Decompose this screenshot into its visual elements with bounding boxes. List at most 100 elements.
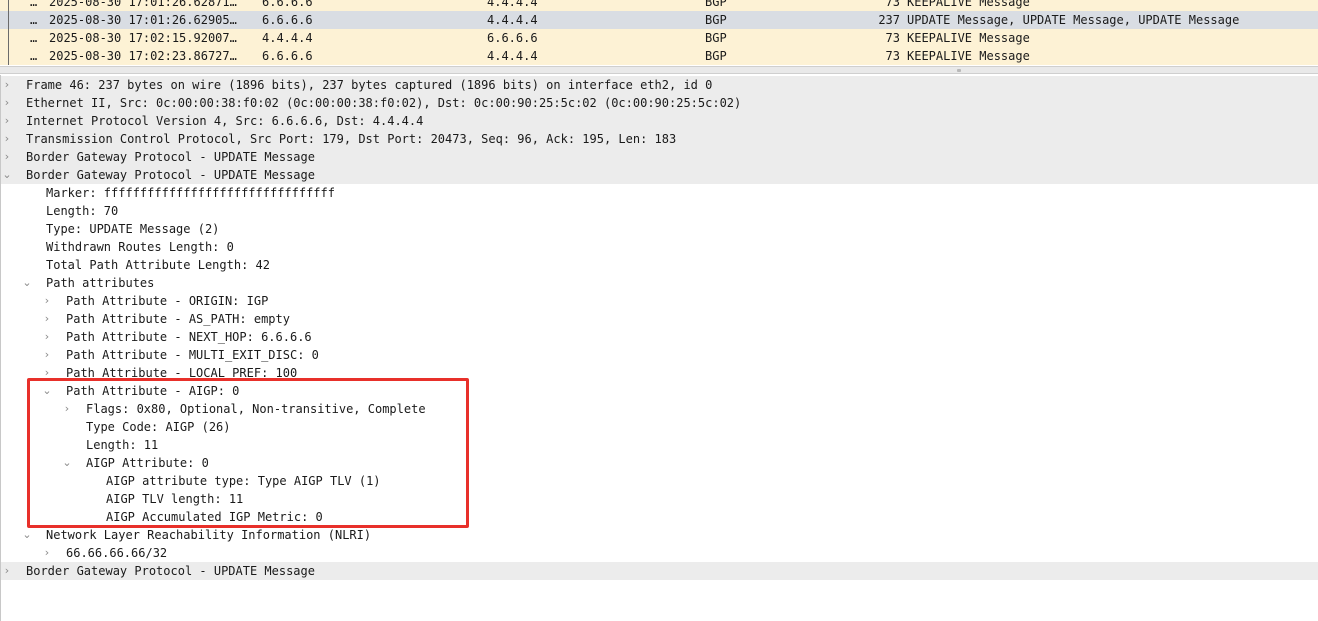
- tree-field-item[interactable]: Total Path Attribute Length: 42: [1, 256, 1318, 274]
- tree-item-label: Path Attribute - AIGP: 0: [66, 384, 240, 398]
- packet-list[interactable]: … 2025-08-30 17:01:26.62871… 6.6.6.6 4.4.4.…: [0, 0, 1318, 66]
- expand-chevron-icon[interactable]: ›: [1, 76, 13, 94]
- packet-info-cell: KEEPALIVE Message: [907, 0, 1030, 9]
- tree-field-item[interactable]: Type: UPDATE Message (2): [1, 220, 1318, 238]
- tree-item-label: 66.66.66.66/32: [66, 546, 168, 560]
- tree-field-item[interactable]: › Flags: 0x80, Optional, Non-transitive, …: [1, 400, 1318, 418]
- tree-field-item[interactable]: › Path Attribute - NEXT_HOP: 6.6.6.6: [1, 328, 1318, 346]
- tree-field-item[interactable]: AIGP TLV length: 11: [1, 490, 1318, 508]
- expand-chevron-icon[interactable]: ›: [41, 292, 53, 310]
- collapse-chevron-icon[interactable]: ⌄: [1, 166, 13, 184]
- tree-item-label: Withdrawn Routes Length: 0: [46, 240, 234, 254]
- pane-splitter[interactable]: [0, 66, 1318, 74]
- tree-item-label: Type Code: AIGP (26): [86, 420, 231, 434]
- packet-no-cell: …: [30, 0, 38, 9]
- packet-time-cell: 2025-08-30 17:01:26.62871…: [49, 0, 237, 9]
- protocol-tree-item[interactable]: › Transmission Control Protocol, Src Port…: [1, 130, 1318, 148]
- related-packet-indicator: [8, 29, 9, 47]
- protocol-tree-item[interactable]: ⌄ Border Gateway Protocol - UPDATE Messag…: [1, 166, 1318, 184]
- tree-item-label: AIGP attribute type: Type AIGP TLV (1): [106, 474, 381, 488]
- packet-len-cell: 73: [885, 49, 900, 63]
- packet-details-tree[interactable]: › Frame 46: 237 bytes on wire (1896 bits)…: [0, 75, 1318, 621]
- packet-row[interactable]: … 2025-08-30 17:01:26.62905… 6.6.6.6 4.4.4.…: [0, 11, 1318, 29]
- expand-chevron-icon[interactable]: ›: [41, 310, 53, 328]
- tree-field-item[interactable]: ⌄ Path attributes: [1, 274, 1318, 292]
- tree-field-item[interactable]: Length: 11: [1, 436, 1318, 454]
- tree-field-item[interactable]: ⌄ Network Layer Reachability Information …: [1, 526, 1318, 544]
- packet-row[interactable]: … 2025-08-30 17:02:23.86727… 6.6.6.6 4.4.4.…: [0, 47, 1318, 65]
- tree-field-item[interactable]: AIGP Accumulated IGP Metric: 0: [1, 508, 1318, 526]
- expand-chevron-icon[interactable]: ›: [1, 112, 13, 130]
- packet-dst-cell: 4.4.4.4: [487, 0, 538, 9]
- packet-no-cell: …: [30, 49, 38, 63]
- tree-item-label: Length: 11: [86, 438, 159, 452]
- tree-item-label: Internet Protocol Version 4, Src: 6.6.6.…: [26, 114, 424, 128]
- packet-row[interactable]: … 2025-08-30 17:01:26.62871… 6.6.6.6 4.4.4.…: [0, 0, 1318, 11]
- packet-proto-cell: BGP: [705, 0, 727, 9]
- tree-item-label: AIGP Accumulated IGP Metric: 0: [106, 510, 323, 524]
- packet-proto-cell: BGP: [705, 31, 727, 45]
- related-packet-indicator: [8, 0, 9, 11]
- packet-time-cell: 2025-08-30 17:02:15.92007…: [49, 31, 237, 45]
- expand-chevron-icon[interactable]: ›: [41, 544, 53, 562]
- tree-field-item[interactable]: Length: 70: [1, 202, 1318, 220]
- collapse-chevron-icon[interactable]: ⌄: [41, 382, 53, 400]
- packet-dst-cell: 6.6.6.6: [487, 31, 538, 45]
- tree-item-label: Ethernet II, Src: 0c:00:00:38:f0:02 (0c:…: [26, 96, 742, 110]
- protocol-tree-item[interactable]: › Border Gateway Protocol - UPDATE Messag…: [1, 148, 1318, 166]
- packet-proto-cell: BGP: [705, 49, 727, 63]
- tree-field-item[interactable]: › Path Attribute - MULTI_EXIT_DISC: 0: [1, 346, 1318, 364]
- protocol-tree-item[interactable]: › Frame 46: 237 bytes on wire (1896 bits)…: [1, 76, 1318, 94]
- related-packet-indicator: [8, 11, 9, 29]
- tree-item-label: AIGP TLV length: 11: [106, 492, 244, 506]
- expand-chevron-icon[interactable]: ›: [41, 364, 53, 382]
- expand-chevron-icon[interactable]: ›: [1, 562, 13, 580]
- packet-dst-cell: 4.4.4.4: [487, 13, 538, 27]
- packet-time-cell: 2025-08-30 17:02:23.86727…: [49, 49, 237, 63]
- packet-src-cell: 6.6.6.6: [262, 13, 313, 27]
- protocol-tree-item[interactable]: › Internet Protocol Version 4, Src: 6.6.6…: [1, 112, 1318, 130]
- expand-chevron-icon[interactable]: ›: [41, 328, 53, 346]
- collapse-chevron-icon[interactable]: ⌄: [61, 454, 73, 472]
- tree-field-item[interactable]: › Path Attribute - AS_PATH: empty: [1, 310, 1318, 328]
- packet-dst-cell: 4.4.4.4: [487, 49, 538, 63]
- expand-chevron-icon[interactable]: ›: [1, 94, 13, 112]
- packet-src-cell: 6.6.6.6: [262, 0, 313, 9]
- tree-item-label: AIGP Attribute: 0: [86, 456, 209, 470]
- splitter-grip-icon[interactable]: [957, 69, 961, 72]
- tree-item-label: Path Attribute - MULTI_EXIT_DISC: 0: [66, 348, 319, 362]
- collapse-chevron-icon[interactable]: ⌄: [21, 526, 33, 544]
- expand-chevron-icon[interactable]: ›: [1, 148, 13, 166]
- related-packet-indicator: [8, 47, 9, 65]
- packet-src-cell: 6.6.6.6: [262, 49, 313, 63]
- tree-field-item[interactable]: ⌄ AIGP Attribute: 0: [1, 454, 1318, 472]
- tree-item-label: Path attributes: [46, 276, 155, 290]
- tree-field-item[interactable]: › Path Attribute - ORIGIN: IGP: [1, 292, 1318, 310]
- tree-item-label: Path Attribute - AS_PATH: empty: [66, 312, 290, 326]
- tree-field-item[interactable]: › Path Attribute - LOCAL_PREF: 100: [1, 364, 1318, 382]
- packet-len-cell: 237: [878, 13, 900, 27]
- tree-field-item[interactable]: AIGP attribute type: Type AIGP TLV (1): [1, 472, 1318, 490]
- tree-item-label: Length: 70: [46, 204, 119, 218]
- expand-chevron-icon[interactable]: ›: [1, 130, 13, 148]
- tree-field-item[interactable]: Withdrawn Routes Length: 0: [1, 238, 1318, 256]
- packet-row[interactable]: … 2025-08-30 17:02:15.92007… 4.4.4.4 6.6.6.…: [0, 29, 1318, 47]
- tree-item-label: Total Path Attribute Length: 42: [46, 258, 270, 272]
- packet-no-cell: …: [30, 31, 38, 45]
- packet-info-cell: UPDATE Message, UPDATE Message, UPDATE M…: [907, 13, 1240, 27]
- packet-no-cell: …: [30, 13, 38, 27]
- packet-info-cell: KEEPALIVE Message: [907, 31, 1030, 45]
- tree-field-item[interactable]: Type Code: AIGP (26): [1, 418, 1318, 436]
- tree-item-label: Marker: ffffffffffffffffffffffffffffffff: [46, 186, 335, 200]
- packet-len-cell: 73: [885, 0, 900, 9]
- protocol-tree-item[interactable]: › Border Gateway Protocol - UPDATE Messag…: [1, 562, 1318, 580]
- expand-chevron-icon[interactable]: ›: [61, 400, 73, 418]
- expand-chevron-icon[interactable]: ›: [41, 346, 53, 364]
- collapse-chevron-icon[interactable]: ⌄: [21, 274, 33, 292]
- tree-field-item[interactable]: ⌄ Path Attribute - AIGP: 0: [1, 382, 1318, 400]
- protocol-tree-item[interactable]: › Ethernet II, Src: 0c:00:00:38:f0:02 (0c…: [1, 94, 1318, 112]
- tree-item-label: Frame 46: 237 bytes on wire (1896 bits),…: [26, 78, 713, 92]
- tree-field-item[interactable]: Marker: ffffffffffffffffffffffffffffffff: [1, 184, 1318, 202]
- tree-field-item[interactable]: › 66.66.66.66/32: [1, 544, 1318, 562]
- tree-item-label: Path Attribute - LOCAL_PREF: 100: [66, 366, 298, 380]
